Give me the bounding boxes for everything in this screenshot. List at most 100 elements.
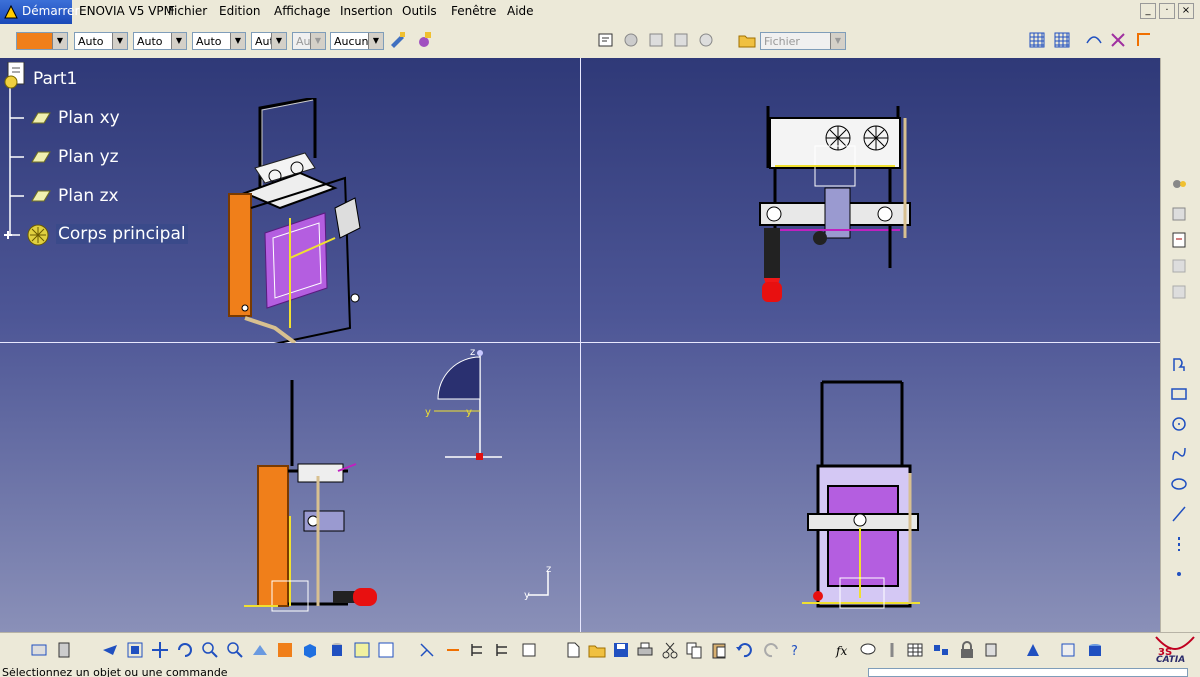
menu-outils[interactable]: Outils	[402, 4, 437, 18]
save-icon[interactable]	[611, 640, 631, 660]
geometrical-constraints-icon[interactable]	[1108, 30, 1128, 50]
compass-axis-icon[interactable]	[420, 343, 510, 463]
menu-edition[interactable]: Edition	[219, 4, 261, 18]
color-combo[interactable]: ▼	[16, 32, 68, 50]
menu-fichier[interactable]: Fichier	[168, 4, 207, 18]
construction-mode-icon[interactable]	[1084, 30, 1104, 50]
create-group-icon[interactable]	[671, 30, 691, 50]
dimensional-constraints-icon[interactable]	[1134, 30, 1154, 50]
sketch-analysis-icon[interactable]	[1169, 174, 1189, 194]
redo-icon[interactable]	[762, 640, 782, 660]
side-machine-view[interactable]	[238, 376, 388, 616]
fly-mode-icon[interactable]	[100, 640, 120, 660]
command-input[interactable]	[868, 668, 1188, 677]
scan-icon[interactable]	[1085, 640, 1105, 660]
tangent-icon[interactable]	[443, 640, 463, 660]
zoom-out-icon[interactable]	[225, 640, 245, 660]
copy-icon[interactable]	[684, 640, 704, 660]
create-multi-view-icon[interactable]	[275, 640, 295, 660]
tree-item-plan-xy[interactable]: Plan xy	[58, 108, 120, 128]
bottom-toolbar: ? fx 3S CATIA	[0, 632, 1200, 669]
tree-item-corps-principal[interactable]: Corps principal	[56, 224, 188, 244]
tree-item-plan-zx[interactable]: Plan zx	[58, 186, 119, 206]
normal-view-icon[interactable]	[54, 640, 74, 660]
isometric-machine-view[interactable]	[215, 98, 365, 343]
axis-icon[interactable]	[1169, 534, 1189, 554]
tree-root-part1[interactable]: Part1	[33, 69, 77, 89]
sketcher-edit-icon[interactable]	[1169, 204, 1189, 224]
undo-icon[interactable]	[734, 640, 754, 660]
point-icon[interactable]	[1169, 564, 1189, 584]
graphic-properties-icon[interactable]	[414, 30, 434, 50]
line-type-combo[interactable]: Auto ▼	[192, 32, 246, 50]
fit-all-icon[interactable]	[125, 640, 145, 660]
open-folder-icon[interactable]	[737, 30, 757, 50]
publication-icon[interactable]	[1058, 640, 1078, 660]
zoom-in-icon[interactable]	[200, 640, 220, 660]
print-icon[interactable]	[635, 640, 655, 660]
swap-visible-space-icon[interactable]	[646, 30, 666, 50]
tool-disabled-2-icon[interactable]	[1169, 282, 1189, 302]
pan-icon[interactable]	[150, 640, 170, 660]
snap-grid-icon[interactable]	[1052, 30, 1072, 50]
grid-icon[interactable]	[1027, 30, 1047, 50]
formula-icon[interactable]	[1169, 230, 1189, 250]
file-combo[interactable]: Fichier ▼	[760, 32, 846, 50]
measure-icon[interactable]	[982, 640, 1002, 660]
reorder-icon[interactable]	[519, 640, 539, 660]
restore-button[interactable]: ·	[1159, 3, 1175, 19]
formula-fx-icon[interactable]: fx	[834, 640, 854, 660]
menu-affichage[interactable]: Affichage	[274, 4, 330, 18]
menu-aide[interactable]: Aide	[507, 4, 534, 18]
rectangle-icon[interactable]	[1169, 384, 1189, 404]
part-icon[interactable]	[2, 62, 30, 92]
rotate-icon[interactable]	[175, 640, 195, 660]
menu-enovia[interactable]: ENOVIA V5 VPM	[79, 4, 174, 18]
view-mode-icon[interactable]	[327, 640, 347, 660]
menu-insertion[interactable]: Insertion	[340, 4, 393, 18]
ellipse-icon[interactable]	[1169, 474, 1189, 494]
hide-show-icon[interactable]	[621, 30, 641, 50]
explode-icon[interactable]	[696, 30, 716, 50]
cut-icon[interactable]	[660, 640, 680, 660]
comment-icon[interactable]	[882, 640, 902, 660]
transparency-combo[interactable]: Auto ▼	[74, 32, 128, 50]
3d-viewport[interactable]: Part1 Plan xy Plan yz Plan zx Corps prin…	[0, 58, 1160, 632]
normal-view-plane-icon[interactable]	[250, 640, 270, 660]
close-button[interactable]: ×	[1178, 3, 1194, 19]
swap-visible-icon[interactable]	[376, 640, 396, 660]
line-icon[interactable]	[1169, 504, 1189, 524]
apply-material-icon[interactable]	[1023, 640, 1043, 660]
line-thickness-combo[interactable]: Auto ▼	[133, 32, 187, 50]
catalog-icon[interactable]	[931, 640, 951, 660]
tree-collapse-icon[interactable]	[492, 640, 512, 660]
circle-icon[interactable]	[1169, 414, 1189, 434]
menu-fenetre[interactable]: Fenêtre	[451, 4, 496, 18]
point-type-combo[interactable]: Aut ▼	[251, 32, 287, 50]
tree-expand-icon[interactable]	[467, 640, 487, 660]
rendering-combo[interactable]: Aut ▼	[292, 32, 326, 50]
painter-icon[interactable]	[388, 30, 408, 50]
spline-icon[interactable]	[1169, 444, 1189, 464]
open-file-icon[interactable]	[587, 640, 607, 660]
front-machine-view[interactable]	[750, 98, 920, 313]
layer-combo[interactable]: Aucun ▼	[330, 32, 384, 50]
constraint-icon[interactable]	[417, 640, 437, 660]
whats-this-icon[interactable]: ?	[787, 640, 807, 660]
tree-item-plan-yz[interactable]: Plan yz	[58, 147, 119, 167]
new-file-icon[interactable]	[563, 640, 583, 660]
body-icon[interactable]	[0, 218, 56, 252]
profile-icon[interactable]	[1169, 354, 1189, 374]
top-machine-view[interactable]	[790, 378, 930, 613]
knowledge-icon[interactable]	[858, 640, 878, 660]
lock-icon[interactable]	[957, 640, 977, 660]
exit-workbench-icon[interactable]	[29, 640, 49, 660]
tool-disabled-1-icon[interactable]	[1169, 256, 1189, 276]
paste-icon[interactable]	[709, 640, 729, 660]
sketcher-properties-icon[interactable]	[596, 30, 616, 50]
hide-show-bottom-icon[interactable]	[352, 640, 372, 660]
table-icon[interactable]	[905, 640, 925, 660]
start-menu-button[interactable]: Démarrer	[0, 0, 79, 24]
minimize-button[interactable]: _	[1140, 3, 1156, 19]
quick-view-icon[interactable]	[300, 640, 320, 660]
